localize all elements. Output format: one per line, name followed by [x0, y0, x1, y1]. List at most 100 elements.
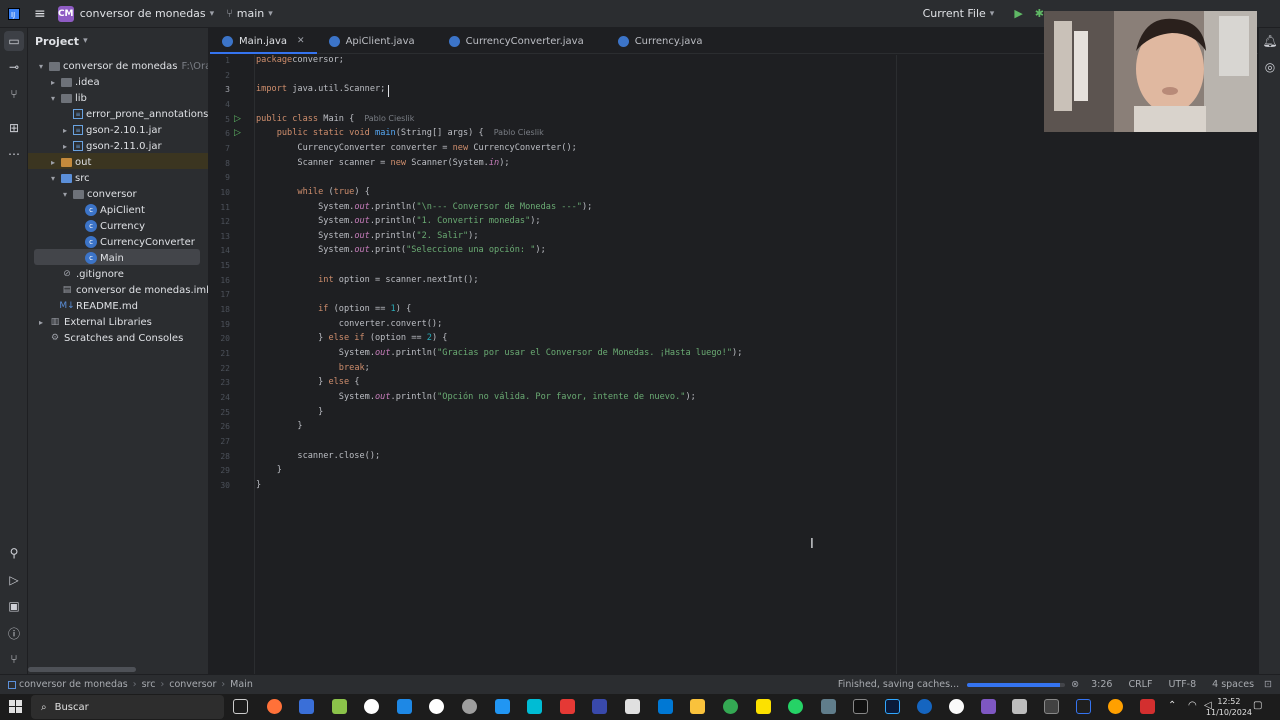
app-icon[interactable]	[364, 699, 379, 714]
commit-tool-icon[interactable]: ⊸	[4, 57, 24, 77]
system-tray-chevron-icon[interactable]: ⌃	[1168, 700, 1176, 711]
chevron-down-icon[interactable]: ▾	[48, 94, 58, 103]
app-icon[interactable]	[1108, 699, 1123, 714]
app-icon[interactable]	[299, 699, 314, 714]
ai-assistant-icon[interactable]: ◎	[1260, 57, 1280, 77]
firefox-icon[interactable]	[267, 699, 282, 714]
vscode-icon[interactable]	[658, 699, 673, 714]
tree-item[interactable]: ⊘ .gitignore	[48, 266, 124, 282]
app-icon[interactable]	[527, 699, 542, 714]
tree-item[interactable]: ▾ lib	[48, 90, 87, 106]
notifications-icon[interactable]: 🔔︎	[1260, 31, 1280, 51]
main-menu-icon[interactable]: ≡	[28, 0, 52, 28]
start-button-icon[interactable]	[9, 700, 22, 713]
calculator-icon[interactable]	[821, 699, 836, 714]
app-icon[interactable]	[917, 699, 932, 714]
chevron-right-icon[interactable]: ▸	[36, 318, 46, 327]
tree-item[interactable]: ▸ ≡ gson-2.10.1.jar	[60, 122, 162, 138]
tree-item[interactable]: c ApiClient	[72, 202, 145, 218]
terminal-icon[interactable]	[853, 699, 868, 714]
breadcrumb-item[interactable]: Main	[230, 679, 253, 690]
file-explorer-icon[interactable]	[690, 699, 705, 714]
chevron-down-icon[interactable]: ▾	[60, 190, 70, 199]
run-gutter-icon[interactable]: ▷	[234, 114, 241, 124]
breadcrumb-item[interactable]: conversor	[169, 679, 216, 690]
run-config-selector[interactable]: Current File ▾	[917, 0, 1001, 28]
app-icon[interactable]	[1012, 699, 1027, 714]
chrome-icon[interactable]	[723, 699, 738, 714]
horizontal-scrollbar[interactable]	[28, 667, 136, 672]
taskbar-clock[interactable]: 12:52 11/10/2024	[1206, 696, 1252, 718]
chevron-right-icon[interactable]: ▸	[60, 126, 70, 135]
tree-item[interactable]: c CurrencyConverter	[72, 234, 195, 250]
wifi-icon[interactable]: ◠	[1188, 700, 1197, 711]
breadcrumb-item[interactable]: conversor de monedas	[19, 679, 128, 690]
structure-tool-icon[interactable]: ⊞	[4, 118, 24, 138]
project-panel-header[interactable]: Project ▾	[28, 28, 208, 54]
tree-item[interactable]: ▸ ≡ gson-2.11.0.jar	[60, 138, 162, 154]
taskbar-search-box[interactable]: ⌕ Buscar	[31, 695, 224, 719]
tree-item[interactable]: ▤ conversor de monedas.iml	[48, 282, 208, 298]
code-editor[interactable]: packageconversor; import java.util.Scanne…	[256, 55, 1046, 674]
app-icon[interactable]	[592, 699, 607, 714]
app-icon[interactable]	[1044, 699, 1059, 714]
lock-icon[interactable]: ⊡	[1264, 679, 1272, 690]
chevron-down-icon[interactable]: ▾	[36, 62, 46, 71]
app-icon[interactable]	[462, 699, 477, 714]
app-icon[interactable]	[429, 699, 444, 714]
close-icon[interactable]: ✕	[297, 36, 305, 46]
run-gutter-icon[interactable]: ▷	[234, 128, 241, 138]
run-tool-icon[interactable]: ▷	[4, 570, 24, 590]
editor-tab[interactable]: ApiClient.java	[317, 28, 437, 54]
tree-item[interactable]: ▸ .idea	[48, 74, 100, 90]
more-tools-icon[interactable]: ⋯	[4, 144, 24, 164]
tree-item[interactable]: c Main	[72, 250, 124, 266]
run-icon[interactable]: ▶	[1008, 0, 1028, 28]
app-icon[interactable]	[560, 699, 575, 714]
app-icon[interactable]	[495, 699, 510, 714]
indent-setting[interactable]: 4 spaces	[1212, 679, 1254, 690]
sticky-notes-icon[interactable]	[756, 699, 771, 714]
project-switcher[interactable]: CM conversor de monedas ▾	[52, 0, 220, 28]
chevron-right-icon[interactable]: ▸	[60, 142, 70, 151]
project-tool-icon[interactable]: ▭	[4, 31, 24, 51]
file-encoding[interactable]: UTF-8	[1168, 679, 1196, 690]
app-icon[interactable]	[625, 699, 640, 714]
breadcrumb-item[interactable]: src	[142, 679, 156, 690]
chevron-down-icon[interactable]: ▾	[48, 174, 58, 183]
tree-item[interactable]: ≡error_prone_annotations-2.27	[60, 106, 208, 122]
background-task-text[interactable]: Finished, saving caches...	[838, 679, 959, 690]
cancel-task-icon[interactable]: ⊗	[1071, 679, 1079, 690]
tree-item[interactable]: c Currency	[72, 218, 145, 234]
app-icon[interactable]	[949, 699, 964, 714]
problems-tool-icon[interactable]: ⓘ	[4, 623, 24, 643]
app-icon[interactable]	[1140, 699, 1155, 714]
task-view-icon[interactable]	[233, 699, 248, 714]
editor-tab[interactable]: Currency.java	[606, 28, 725, 54]
line-separator[interactable]: CRLF	[1128, 679, 1152, 690]
app-icon[interactable]	[332, 699, 347, 714]
notification-center-icon[interactable]: ▢	[1253, 700, 1262, 711]
tree-item[interactable]: ▸ ▥ External Libraries	[36, 314, 152, 330]
tree-item[interactable]: M↓ README.md	[48, 298, 138, 314]
services-tool-icon[interactable]: ⚲	[4, 543, 24, 563]
whatsapp-icon[interactable]	[788, 699, 803, 714]
intellij-taskbar-icon[interactable]	[1076, 699, 1091, 714]
app-logo-icon[interactable]: IJ	[0, 0, 28, 28]
chevron-right-icon[interactable]: ▸	[48, 78, 58, 87]
editor-tab[interactable]: Main.java ✕	[210, 28, 317, 54]
version-control-tool-icon[interactable]: ⑂	[4, 649, 24, 669]
git-tool-icon[interactable]: ⑂	[4, 84, 24, 104]
tree-item[interactable]: ▾ src	[48, 170, 90, 186]
tree-item[interactable]: ▸ out	[48, 154, 91, 170]
photoshop-icon[interactable]	[885, 699, 900, 714]
app-icon[interactable]	[981, 699, 996, 714]
caret-position[interactable]: 3:26	[1091, 679, 1112, 690]
terminal-tool-icon[interactable]: ▣	[4, 596, 24, 616]
chevron-right-icon[interactable]: ▸	[48, 158, 58, 167]
app-icon[interactable]	[397, 699, 412, 714]
tree-item[interactable]: ▾ conversor	[60, 186, 137, 202]
tree-item[interactable]: ⚙ Scratches and Consoles	[36, 330, 183, 346]
branch-switcher[interactable]: ⑂ main ▾	[220, 0, 279, 28]
editor-tab[interactable]: CurrencyConverter.java	[437, 28, 606, 54]
